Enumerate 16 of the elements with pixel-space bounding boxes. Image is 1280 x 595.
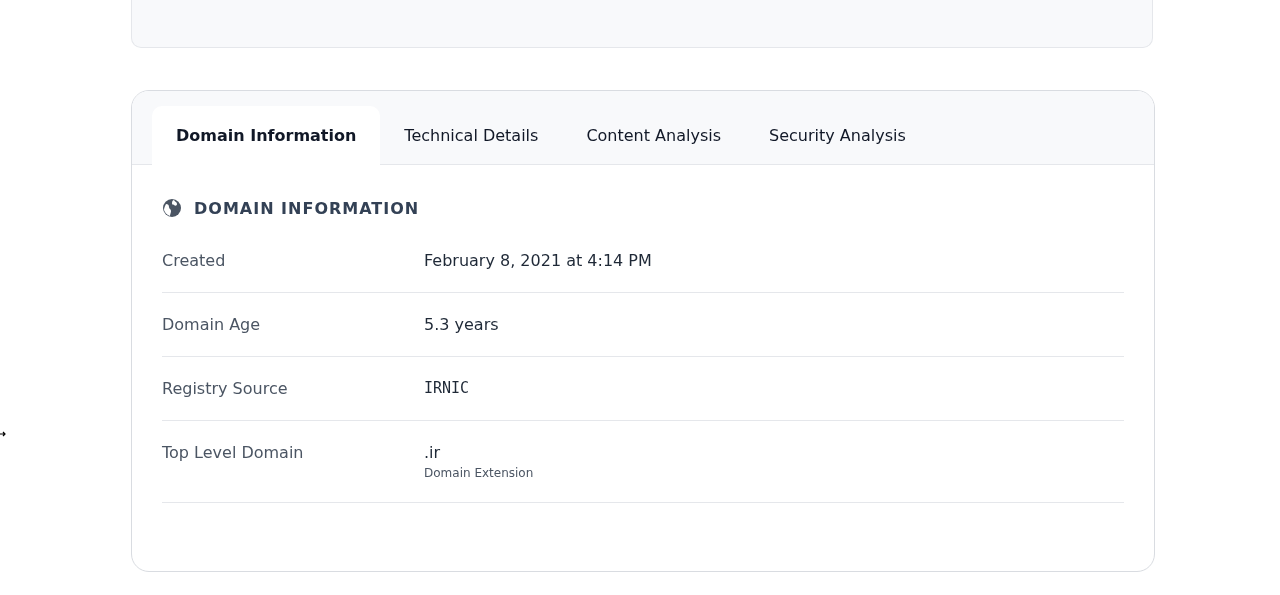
- field-value: 5.3 years: [424, 315, 499, 334]
- field-value: February 8, 2021 at 4:14 PM: [424, 251, 652, 270]
- field-label: Registry Source: [162, 379, 289, 398]
- field-note: Domain Extension: [424, 466, 534, 480]
- globe-icon: [162, 198, 182, 218]
- tab[interactable]: Domain Information: [152, 106, 381, 165]
- field-label: Top Level Domain: [162, 443, 305, 464]
- cursor-icon: [0, 430, 6, 438]
- field-label: Domain Age: [162, 315, 262, 334]
- field-value: IRNIC: [424, 379, 470, 397]
- tab[interactable]: Security Analysis: [745, 106, 930, 164]
- tab[interactable]: Content Analysis: [562, 106, 746, 164]
- field-label: Created: [162, 251, 227, 270]
- section-title: DOMAIN INFORMATION: [194, 198, 420, 218]
- field-value: .ir: [424, 443, 442, 462]
- tab[interactable]: Technical Details: [380, 106, 563, 164]
